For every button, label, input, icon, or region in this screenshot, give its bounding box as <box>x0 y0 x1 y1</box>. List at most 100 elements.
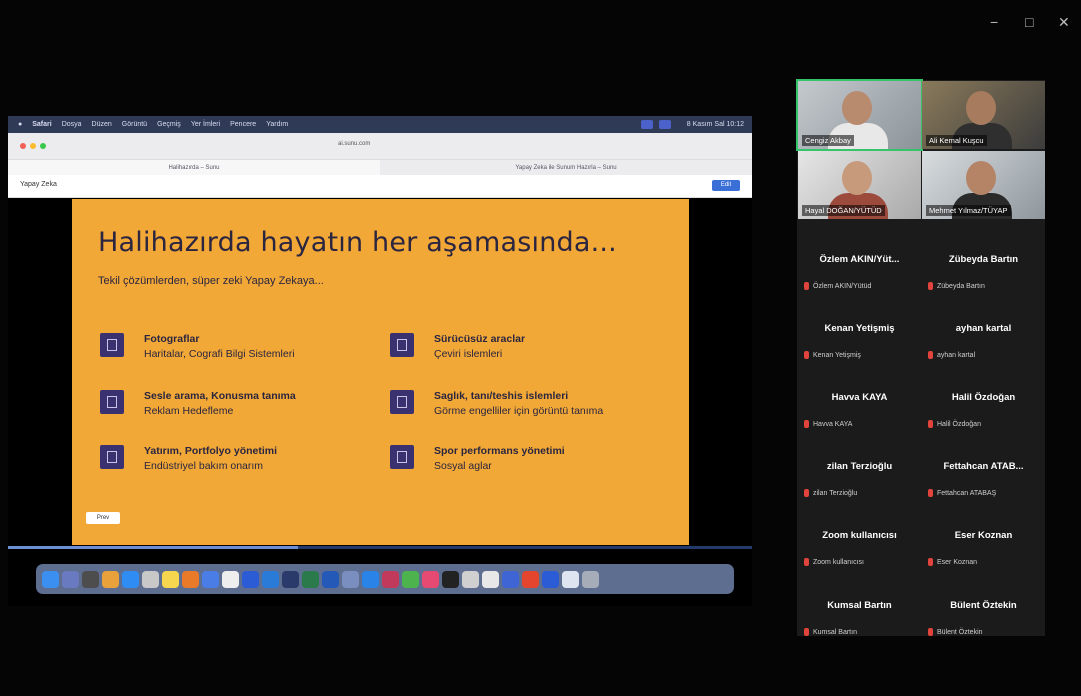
trash-icon <box>582 570 599 588</box>
participant-gallery: Cengiz Akbay Ali Kemal Kuşcu Hayal DOĞAN… <box>796 79 1045 636</box>
participant-tile[interactable]: Halil Özdoğan Halil Özdoğan <box>922 375 1045 443</box>
edit-button: Edit <box>712 180 740 191</box>
participant-label-text: Özlem AKIN/Yütüd <box>813 282 872 290</box>
participant-tile[interactable]: Kenan Yetişmiş Kenan Yetişmiş <box>798 306 921 374</box>
participant-tile[interactable]: ayhan kartal ayhan kartal <box>922 306 1045 374</box>
participant-label: Zoom kullanıcısı <box>804 558 864 566</box>
participant-label-text: Halil Özdoğan <box>937 420 981 428</box>
participant-video[interactable]: Mehmet Yılmaz/TÜYAP <box>922 151 1045 219</box>
menu-window: Pencere <box>230 121 257 128</box>
slide-item-sub: Sosyal aglar <box>434 460 492 472</box>
portfolio-icon <box>100 445 124 469</box>
mic-muted-icon <box>928 351 933 359</box>
slide-item-title: Spor performans yönetimi <box>434 445 565 457</box>
settings-icon <box>82 570 99 588</box>
app-icon <box>382 570 399 588</box>
slide-subtitle: Tekil çözümlerden, süper zeki Yapay Zeka… <box>98 275 324 287</box>
participant-name: Havva KAYA <box>831 392 888 403</box>
minimize-dot-icon <box>30 143 36 149</box>
browser-tab: Yapay Zeka ile Sunum Hazırla – Sunu <box>380 159 752 175</box>
health-icon <box>390 390 414 414</box>
close-button[interactable]: ✕ <box>1058 14 1070 31</box>
participant-tile[interactable]: Fettahcan ATAB... Fettahcan ATABAŞ <box>922 444 1045 512</box>
participant-label: Özlem AKIN/Yütüd <box>804 282 871 290</box>
participant-label-text: Eser Koznan <box>937 558 978 566</box>
mic-muted-icon <box>928 282 933 290</box>
participant-name: Zoom kullanıcısı <box>822 530 897 541</box>
menu-history: Geçmiş <box>157 121 181 128</box>
maximize-button[interactable]: □ <box>1025 14 1033 30</box>
participant-label-text: Kumsal Bartın <box>813 628 857 636</box>
participant-label: Eser Koznan <box>928 558 977 566</box>
app-icon <box>462 570 479 588</box>
slide-item-sub: Endüstriyel bakım onarım <box>144 460 264 472</box>
folder-icon <box>562 570 579 588</box>
menubar-status: 8 Kasım Sal 10:12 <box>640 120 744 129</box>
app-icon <box>342 570 359 588</box>
participant-video[interactable]: Hayal DOĞAN/YÜTÜD <box>798 151 921 219</box>
prev-button: Prev <box>86 512 120 524</box>
participant-tile[interactable]: zilan Terzioğlu zilan Terzioğlu <box>798 444 921 512</box>
participant-label: ayhan kartal <box>928 351 975 359</box>
participant-label: Havva KAYA <box>804 420 852 428</box>
participant-label: Halil Özdoğan <box>928 420 981 428</box>
participant-name: Hayal DOĞAN/YÜTÜD <box>802 205 885 216</box>
participant-tile[interactable]: Zoom kullanıcısı Zoom kullanıcısı <box>798 513 921 581</box>
zoom-dot-icon <box>40 143 46 149</box>
menu-edit: Düzen <box>91 121 112 128</box>
slide-item-title: Sesle arama, Konusma tanıma <box>144 390 296 402</box>
participant-video[interactable]: Ali Kemal Kuşcu <box>922 81 1045 149</box>
participant-label-text: Zoom kullanıcısı <box>813 558 864 566</box>
slide-title: Halihazırda hayatın her aşamasında... <box>98 227 617 258</box>
mac-dock <box>36 564 734 594</box>
participant-name: Kumsal Bartın <box>827 600 892 611</box>
minimize-button[interactable]: − <box>990 14 998 30</box>
participant-label-text: ayhan kartal <box>937 351 976 359</box>
participant-name: Mehmet Yılmaz/TÜYAP <box>926 205 1011 216</box>
mic-muted-icon <box>928 628 933 636</box>
mic-muted-icon <box>804 489 809 497</box>
participant-name: Özlem AKIN/Yüt... <box>819 254 900 265</box>
presentation-slide: Halihazırda hayatın her aşamasında... Te… <box>72 199 689 545</box>
slide-item-sub: Reklam Hedefleme <box>144 405 234 417</box>
app-icon <box>202 570 219 588</box>
participant-label-text: Havva KAYA <box>813 420 853 428</box>
doc-header: Yapay Zeka Edit <box>8 175 752 198</box>
participant-tile[interactable]: Özlem AKIN/Yüt... Özlem AKIN/Yütüd <box>798 237 921 305</box>
participant-name: Fettahcan ATAB... <box>943 461 1024 472</box>
traffic-lights <box>20 143 46 149</box>
participant-name: Kenan Yetişmiş <box>824 323 895 334</box>
participant-name: Bülent Öztekin <box>950 600 1017 611</box>
chrome-icon <box>402 570 419 588</box>
participant-video[interactable]: Cengiz Akbay <box>796 79 923 151</box>
slide-progress-bar <box>8 546 752 549</box>
menu-bookmarks: Yer İmleri <box>190 121 221 128</box>
slide-item-sub: Haritalar, Cografi Bilgi Sistemleri <box>144 348 295 360</box>
participant-tile[interactable]: Havva KAYA Havva KAYA <box>798 375 921 443</box>
folder-icon <box>502 570 519 588</box>
participant-name: Eser Koznan <box>954 530 1013 541</box>
music-icon <box>422 570 439 588</box>
contacts-icon <box>142 570 159 588</box>
participant-label-text: Fettahcan ATABAŞ <box>937 489 997 497</box>
slide-item-title: Saglık, tanı/teshis islemleri <box>434 390 569 402</box>
participant-tile[interactable]: Bülent Öztekin Bülent Öztekin <box>922 583 1045 651</box>
app-icon <box>542 570 559 588</box>
participant-tile[interactable]: Kumsal Bartın Kumsal Bartın <box>798 583 921 651</box>
participant-tile[interactable]: Eser Koznan Eser Koznan <box>922 513 1045 581</box>
app-icon <box>522 570 539 588</box>
participant-name: Halil Özdoğan <box>951 392 1016 403</box>
app-icon <box>282 570 299 588</box>
participant-tile[interactable]: Zübeyda Bartın Zübeyda Bartın <box>922 237 1045 305</box>
participant-label: Kenan Yetişmiş <box>804 351 861 359</box>
menu-safari: Safari <box>32 121 52 128</box>
participant-name: Cengiz Akbay <box>802 135 854 146</box>
participant-label-text: Kenan Yetişmiş <box>813 351 861 359</box>
menu-file: Dosya <box>61 121 82 128</box>
mic-muted-icon <box>804 282 809 290</box>
sports-icon <box>390 445 414 469</box>
mic-muted-icon <box>804 420 809 428</box>
browser-tab: Halihazırda – Sunu <box>8 159 380 175</box>
menubar-clock: 8 Kasım Sal 10:12 <box>686 121 744 128</box>
participant-label: Zübeyda Bartın <box>928 282 985 290</box>
